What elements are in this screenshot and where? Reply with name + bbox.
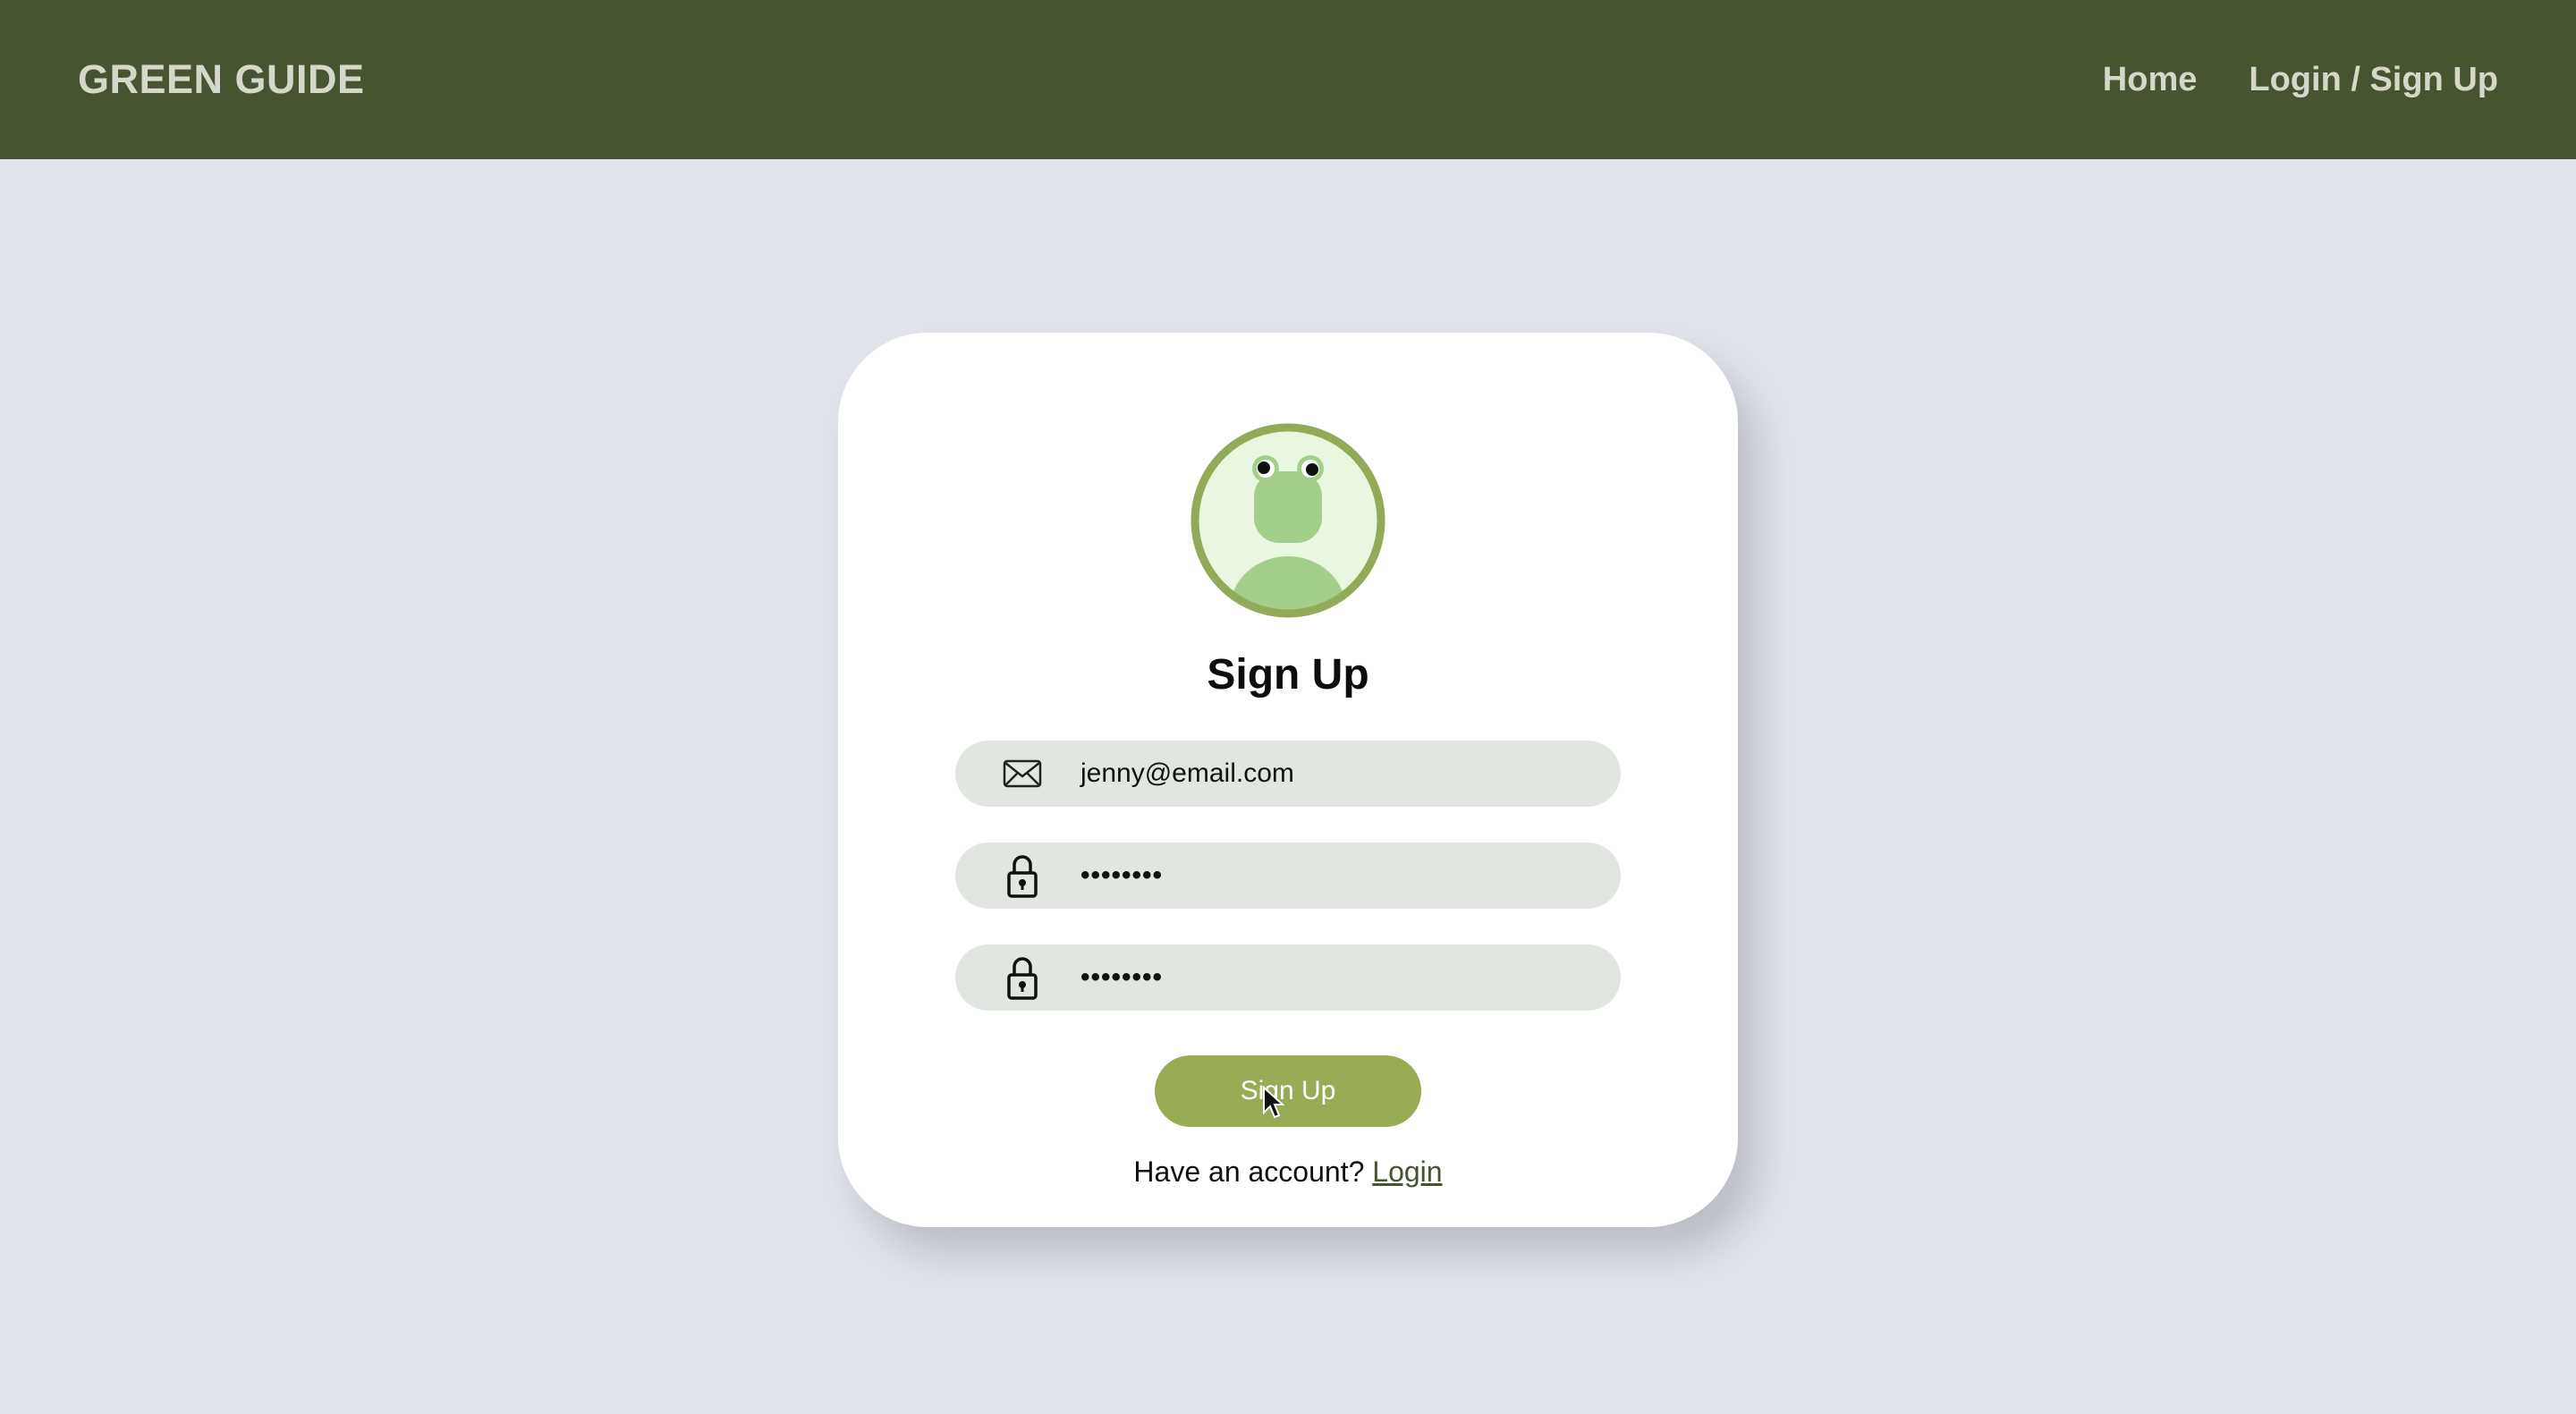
nav-link-home[interactable]: Home	[2103, 61, 2198, 99]
email-value: jenny@email.com	[1080, 758, 1294, 788]
login-link[interactable]: Login	[1372, 1156, 1442, 1188]
frog-avatar-icon	[1190, 422, 1386, 619]
lock-icon	[1000, 853, 1045, 898]
confirm-password-value: ••••••••	[1080, 962, 1164, 992]
have-account-line: Have an account? Login	[838, 1156, 1738, 1189]
password-field[interactable]: ••••••••	[955, 842, 1621, 909]
email-field[interactable]: jenny@email.com	[955, 741, 1621, 807]
lock-icon	[1000, 955, 1045, 1000]
signup-card: Sign Up jenny@email.com •••••••• •••••••…	[838, 333, 1738, 1227]
envelope-icon	[1000, 751, 1045, 796]
top-navbar: GREEN GUIDE Home Login / Sign Up	[0, 0, 2576, 159]
brand-logo[interactable]: GREEN GUIDE	[78, 0, 365, 159]
page-title: Sign Up	[1207, 651, 1369, 699]
nav-link-login-signup[interactable]: Login / Sign Up	[2249, 61, 2498, 99]
mouse-cursor-icon	[1262, 1085, 1285, 1120]
nav-links: Home Login / Sign Up	[2103, 0, 2498, 159]
have-account-text: Have an account?	[1133, 1156, 1365, 1188]
signup-button[interactable]: Sign Up	[1155, 1055, 1421, 1127]
confirm-password-field[interactable]: ••••••••	[955, 944, 1621, 1011]
password-value: ••••••••	[1080, 860, 1164, 890]
